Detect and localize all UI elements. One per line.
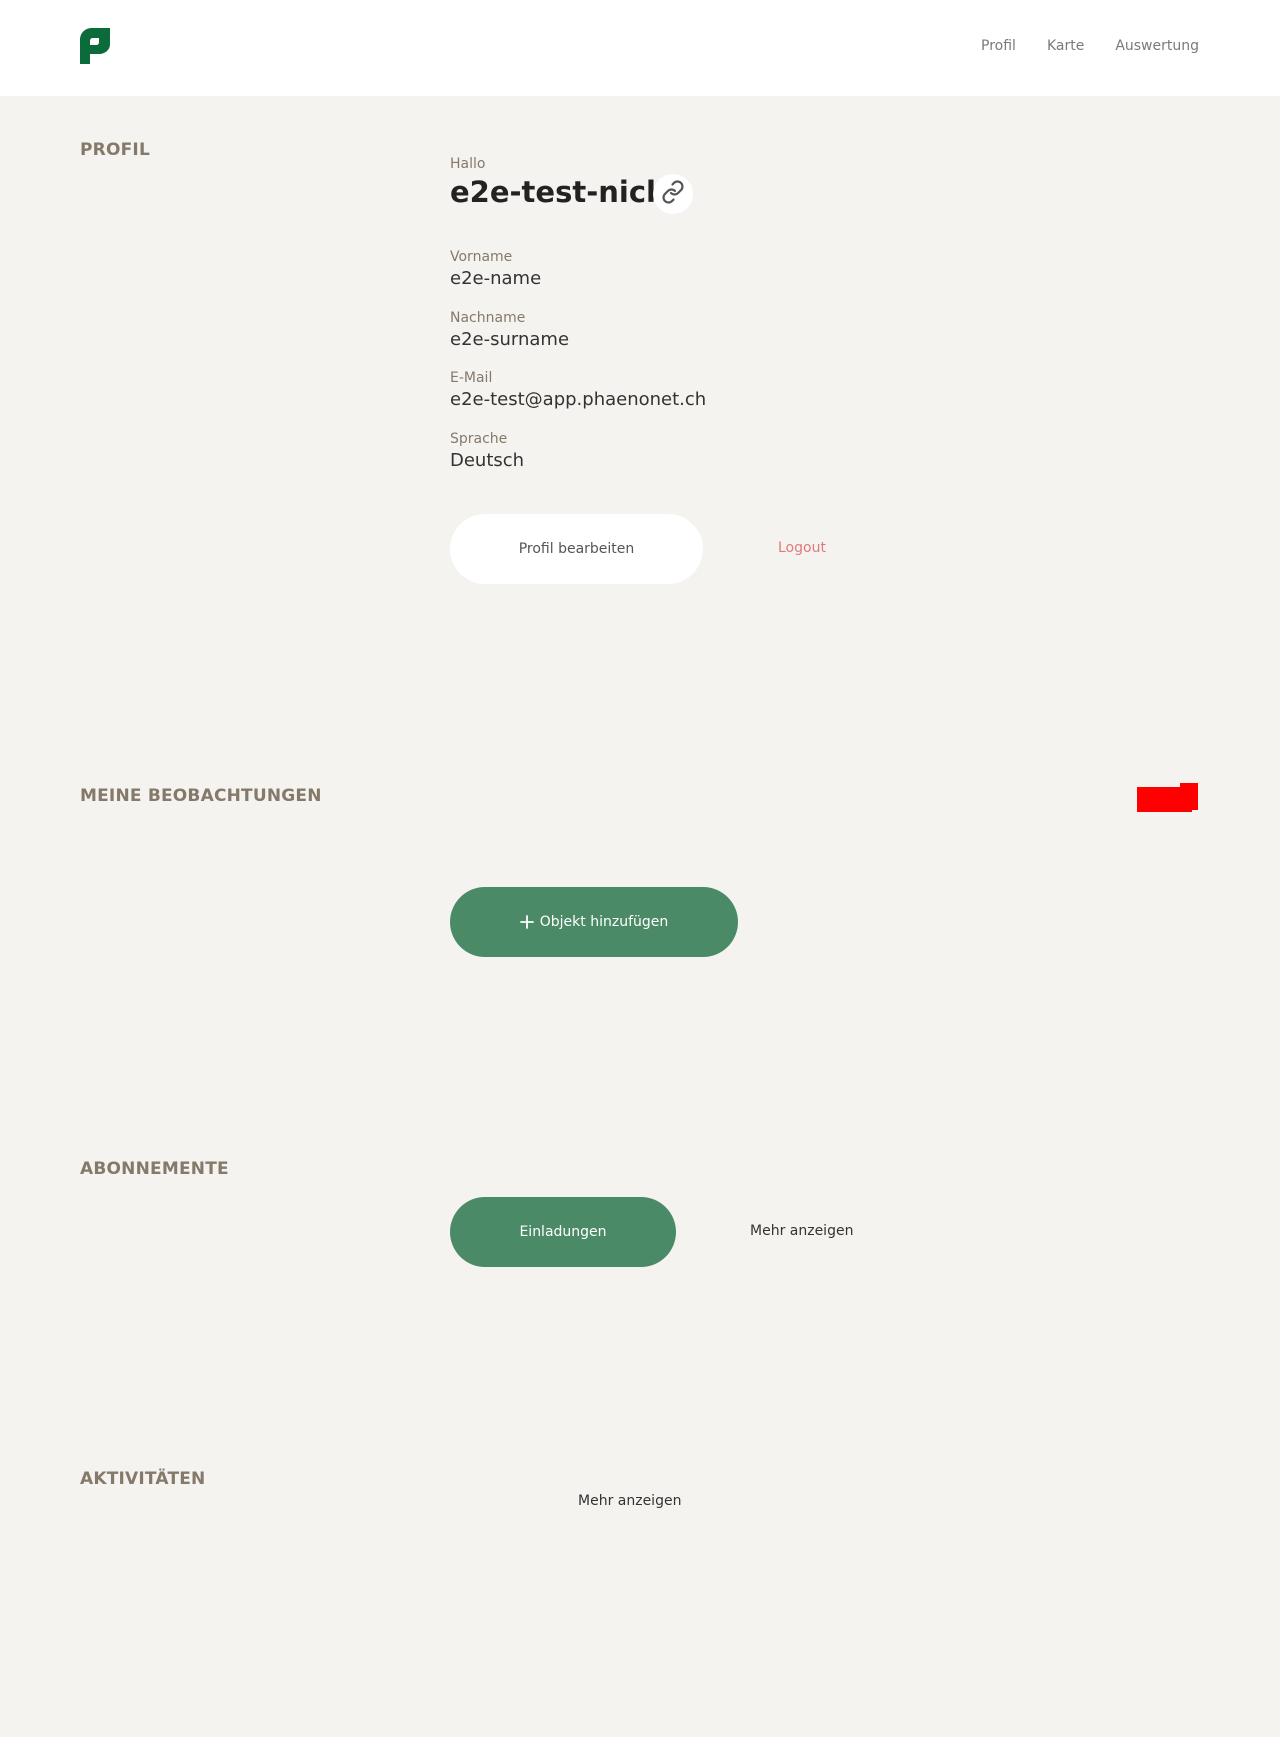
nav-profil[interactable]: Profil bbox=[981, 38, 1016, 54]
phaenonet-logo-icon[interactable] bbox=[80, 28, 110, 64]
add-object-label: Objekt hinzufügen bbox=[539, 914, 669, 930]
top-header: Profil Karte Auswertung bbox=[0, 0, 1280, 96]
red-marker-corner bbox=[1180, 783, 1198, 810]
field-value-vorname: e2e-name bbox=[450, 268, 542, 289]
main-nav: Profil Karte Auswertung bbox=[981, 38, 1199, 54]
activities-more-button[interactable]: Mehr anzeigen bbox=[578, 1493, 681, 1509]
field-value-nachname: e2e-surname bbox=[450, 329, 570, 350]
field-label-sprache: Sprache bbox=[450, 431, 508, 447]
nickname: e2e-test-nick bbox=[450, 175, 666, 209]
greeting-label: Hallo bbox=[450, 156, 486, 172]
nav-karte[interactable]: Karte bbox=[1047, 38, 1084, 54]
link-icon bbox=[661, 180, 685, 208]
plus-icon bbox=[519, 915, 534, 929]
edit-profile-label: Profil bearbeiten bbox=[518, 541, 635, 557]
activities-section-title: AKTIVITÄTEN bbox=[80, 1469, 206, 1489]
logout-button[interactable]: Logout bbox=[778, 540, 826, 556]
field-value-email: e2e-test@app.phaenonet.ch bbox=[450, 389, 707, 410]
subscriptions-more-button[interactable]: Mehr anzeigen bbox=[750, 1223, 853, 1239]
invitations-button[interactable]: Einladungen bbox=[450, 1197, 676, 1267]
field-label-vorname: Vorname bbox=[450, 249, 513, 265]
share-profile-link-button[interactable] bbox=[653, 174, 693, 214]
add-object-button[interactable]: Objekt hinzufügen bbox=[450, 887, 738, 957]
edit-profile-button[interactable]: Profil bearbeiten bbox=[450, 514, 703, 584]
field-value-sprache: Deutsch bbox=[450, 450, 525, 471]
invitations-label: Einladungen bbox=[519, 1224, 607, 1240]
nav-auswertung[interactable]: Auswertung bbox=[1115, 38, 1199, 54]
observations-section-title: MEINE BEOBACHTUNGEN bbox=[80, 786, 322, 806]
subscriptions-section-title: ABONNEMENTE bbox=[80, 1159, 229, 1179]
field-label-email: E-Mail bbox=[450, 370, 493, 386]
profile-section-title: PROFIL bbox=[80, 140, 150, 160]
field-label-nachname: Nachname bbox=[450, 310, 526, 326]
